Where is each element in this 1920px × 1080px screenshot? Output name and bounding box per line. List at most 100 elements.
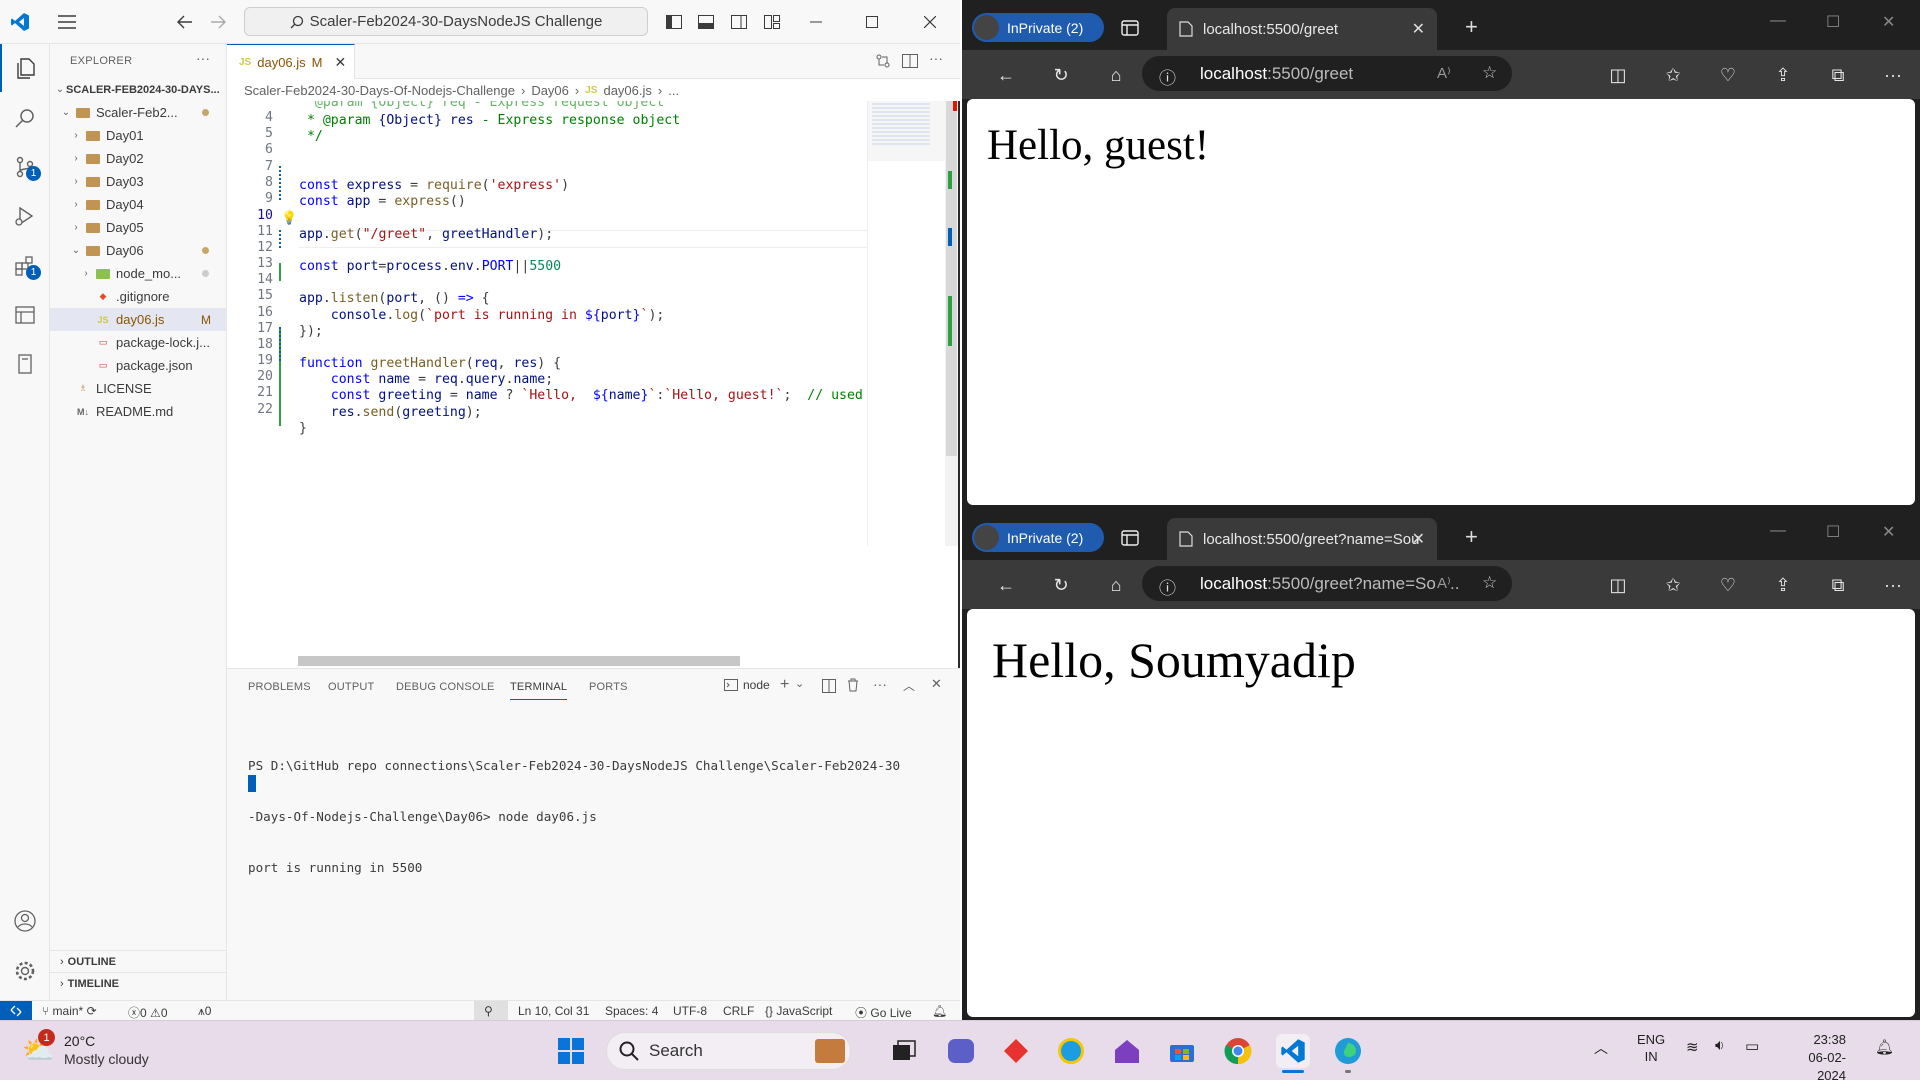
cursor-position[interactable]: Ln 10, Col 31 (518, 1004, 589, 1018)
close-icon[interactable]: ✕ (1882, 522, 1895, 542)
start-windows-icon[interactable] (554, 1034, 588, 1068)
volume-icon[interactable]: 🔉︎ (1715, 1037, 1724, 1054)
tree-item[interactable]: ▭ package.json (50, 354, 227, 377)
minimize-icon[interactable]: — (1770, 522, 1786, 540)
close-icon[interactable]: ✕ (1412, 529, 1425, 549)
microsoft-store-icon[interactable] (1165, 1034, 1199, 1068)
maximize-panel-icon[interactable]: ︿ (903, 677, 915, 694)
panel-more-icon[interactable]: ··· (873, 676, 887, 692)
favorite-star-icon[interactable]: ☆ (1482, 63, 1497, 83)
language-mode[interactable]: {} JavaScript (765, 1004, 832, 1018)
timeline-section[interactable]: › TIMELINE (50, 972, 227, 994)
breadcrumb-symbol[interactable]: ... (668, 83, 679, 98)
tab-actions-icon[interactable] (1121, 20, 1139, 36)
favorite-star-icon[interactable]: ☆ (1482, 573, 1498, 593)
encoding[interactable]: UTF-8 (673, 1004, 707, 1018)
remote-explorer-icon[interactable] (0, 291, 50, 339)
split-screen-icon[interactable]: ◫ (1607, 574, 1629, 596)
new-tab-plus-icon[interactable]: + (1465, 14, 1478, 40)
toggle-panel-icon[interactable] (696, 12, 716, 32)
read-aloud-icon[interactable]: A⁾ (1437, 574, 1451, 592)
teams-chat-icon[interactable] (944, 1034, 978, 1068)
minimize-icon[interactable]: — (1770, 12, 1786, 30)
tab-output[interactable]: OUTPUT (328, 681, 374, 693)
extensions-icon[interactable]: ⧉ (1827, 64, 1849, 86)
back-arrow-icon[interactable]: ← (995, 64, 1017, 86)
minimize-icon[interactable] (806, 12, 826, 32)
customize-layout-icon[interactable] (762, 12, 782, 32)
search-view-icon[interactable] (0, 94, 50, 142)
show-hidden-icons-chevron-icon[interactable]: ︿ (1594, 1038, 1608, 1058)
tab-day06-js[interactable]: JS day06.js M ✕ (227, 44, 355, 79)
task-view-icon[interactable] (887, 1034, 921, 1068)
explorer-more-icon[interactable]: ··· (196, 50, 210, 66)
refresh-icon[interactable]: ↻ (1050, 574, 1072, 596)
refresh-icon[interactable]: ↻ (1050, 64, 1072, 86)
chevron-down-icon[interactable]: ⌄ (795, 677, 804, 690)
editor-horizontal-scrollbar[interactable] (298, 656, 740, 666)
input-language[interactable]: ENG IN (1637, 1031, 1665, 1065)
tree-item[interactable]: ⌄ Scaler-Feb2... (50, 101, 227, 124)
split-editor-icon[interactable] (902, 53, 918, 69)
taskbar-search[interactable]: Search (606, 1032, 851, 1070)
tab-actions-icon[interactable] (1121, 530, 1139, 546)
address-bar[interactable]: ⓘ localhost:5500/greet?name=Sou... A⁾ ☆ (1142, 566, 1512, 601)
zoom-indicator[interactable]: ⚲ (474, 1001, 508, 1021)
browser-tab[interactable]: localhost:5500/greet?name=Sou ✕ (1167, 518, 1437, 560)
browser-essentials-icon[interactable]: ♡ (1717, 64, 1739, 86)
indentation[interactable]: Spaces: 4 (605, 1004, 658, 1018)
tab-ports[interactable]: PORTS (589, 681, 628, 693)
back-arrow-icon[interactable]: ← (995, 574, 1017, 596)
tab-debug-console[interactable]: DEBUG CONSOLE (396, 681, 495, 693)
app-colorful-icon[interactable] (1054, 1034, 1088, 1068)
tree-item[interactable]: JS day06.js M (50, 308, 227, 331)
account-icon[interactable] (0, 897, 50, 945)
inprivate-profile-button[interactable]: InPrivate (2) (972, 523, 1104, 552)
extensions-icon[interactable]: ⧉ (1827, 574, 1849, 596)
battery-icon[interactable]: ▭ (1745, 1037, 1759, 1055)
close-icon[interactable] (920, 12, 940, 32)
notifications-bell-icon[interactable]: 🔔︎ (1875, 1038, 1894, 1056)
split-terminal-icon[interactable] (822, 679, 836, 693)
edge-icon[interactable] (1331, 1034, 1365, 1073)
settings-gear-icon[interactable] (0, 947, 50, 995)
tree-item[interactable]: › node_mo... (50, 262, 227, 285)
tree-item[interactable]: › Day05 (50, 216, 227, 239)
trash-icon[interactable] (847, 678, 859, 692)
terminal-output[interactable]: PS D:\GitHub repo connections\Scaler-Feb… (248, 723, 900, 910)
forward-arrow-icon[interactable] (208, 12, 228, 32)
browser-essentials-icon[interactable]: ♡ (1717, 574, 1739, 596)
run-debug-icon[interactable] (0, 192, 50, 240)
tree-root-folder[interactable]: ⌄ SCALER-FEB2024-30-DAYS... (50, 78, 227, 101)
close-icon[interactable]: ✕ (1882, 12, 1895, 32)
editor-more-icon[interactable]: ··· (929, 50, 943, 66)
info-icon[interactable]: ⓘ (1159, 574, 1176, 599)
close-icon[interactable]: ✕ (335, 54, 347, 71)
editor-vertical-scrollbar[interactable] (945, 101, 958, 546)
maximize-icon[interactable] (862, 12, 882, 32)
explorer-icon[interactable] (0, 44, 50, 92)
settings-more-icon[interactable]: ··· (1882, 64, 1904, 86)
breadcrumb-root[interactable]: Scaler-Feb2024-30-Days-Of-Nodejs-Challen… (244, 83, 515, 98)
tree-item[interactable]: ⌄ Day06 (50, 239, 227, 262)
clock[interactable]: 23:38 06-02-2024 (1786, 1031, 1846, 1080)
maximize-icon[interactable]: ☐ (1826, 12, 1840, 32)
branch-indicator[interactable]: ⑂ main* ⟳ (42, 1004, 97, 1018)
terminal-shell-selector[interactable]: node (724, 678, 770, 692)
tree-item[interactable]: › Day04 (50, 193, 227, 216)
tab-terminal[interactable]: TERMINAL (510, 681, 568, 700)
notifications-bell-icon[interactable]: 🔔︎ (932, 1004, 947, 1018)
close-panel-icon[interactable]: ✕ (931, 676, 942, 692)
command-center[interactable]: Scaler-Feb2024-30-DaysNodeJS Challenge (244, 7, 648, 36)
favorites-icon[interactable]: ✩ (1662, 64, 1684, 86)
toggle-secondary-sidebar-icon[interactable] (729, 12, 749, 32)
tree-item[interactable]: ♗ LICENSE (50, 377, 227, 400)
tree-item[interactable]: › Day02 (50, 147, 227, 170)
share-icon[interactable]: ⇪ (1772, 64, 1794, 86)
go-live-button[interactable]: ⦿ Go Live (855, 1004, 912, 1021)
info-icon[interactable]: ⓘ (1159, 64, 1176, 89)
tree-item[interactable]: › Day01 (50, 124, 227, 147)
read-aloud-icon[interactable]: A⁾ (1437, 64, 1451, 82)
back-arrow-icon[interactable] (175, 12, 195, 32)
remote-indicator[interactable] (0, 1001, 32, 1021)
